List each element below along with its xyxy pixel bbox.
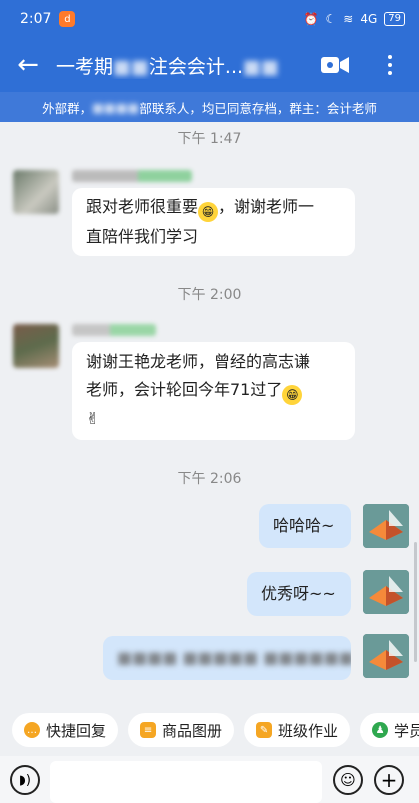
wifi-icon: ≋ [343, 12, 354, 26]
status-bar: 2:07 d ⏰ ☾ ≋ 4G 79 [0, 0, 419, 38]
message-text: 哈哈哈~ [273, 516, 335, 535]
victory-hand-icon: ✌ [86, 409, 100, 428]
notification-icon: d [59, 11, 76, 27]
message-text: 直陪伴我们学习 [86, 227, 199, 246]
notice-prefix: 外部群， [42, 100, 93, 116]
chip-label: 快捷回复 [46, 721, 107, 740]
message-bubble[interactable]: 谢谢王艳龙老师，曾经的高志谦 老师，会计轮回今年71过了 😁 ✌ [72, 342, 355, 440]
smiley-icon: ☺ [340, 771, 356, 789]
chat-title-prefix: 一考期 [56, 55, 114, 78]
signal-icon: 4G [360, 12, 378, 26]
chat-title-redacted-a: ■■ [113, 55, 149, 78]
student-chip[interactable]: ♟ 学员 [360, 713, 419, 747]
timestamp: 下午 1:47 [177, 131, 242, 147]
video-call-button[interactable] [320, 52, 350, 78]
notice-redacted: ■■■■ [92, 99, 140, 115]
voice-wave-icon: ◗) [19, 772, 31, 788]
status-time: 2:07 [20, 11, 52, 27]
message-bubble[interactable]: ■■■■ ■■■■■ ■■■■■■👍 [103, 636, 351, 680]
message-text: 跟对老师很重要 [86, 197, 199, 216]
product-catalog-chip[interactable]: ≡ 商品图册 [128, 713, 235, 747]
input-bar: ◗) ☺ + [0, 756, 419, 803]
message-text: ，谢谢老师一 [218, 197, 315, 216]
alarm-icon: ⏰ [303, 12, 319, 26]
message-text-redacted: ■■■■ ■■■■■ ■■■■■■ [117, 648, 351, 667]
avatar[interactable] [363, 504, 409, 548]
timestamp: 下午 2:06 [177, 471, 242, 487]
grin-emoji-icon: 😁 [282, 385, 303, 405]
avatar[interactable] [363, 570, 409, 614]
sender-name-redacted [72, 324, 156, 336]
message-text: 优秀呀~~ [261, 584, 336, 603]
chat-title-redacted-b: ■■ [243, 55, 279, 78]
message-bubble[interactable]: 优秀呀~~ [247, 572, 351, 616]
more-options-button[interactable] [378, 52, 402, 78]
avatar[interactable] [13, 324, 59, 368]
voice-input-button[interactable]: ◗) [10, 765, 40, 795]
title-bar: ← 一考期■■注会会计...■■ [0, 38, 419, 92]
notice-suffix: 部联系人，均已同意存档，群主：会计老师 [139, 100, 377, 116]
dot-icon [388, 63, 392, 67]
paper-boat-avatar-icon [363, 634, 409, 678]
message-bubble[interactable]: 哈哈哈~ [259, 504, 351, 548]
battery-icon: 79 [384, 12, 405, 26]
video-camera-icon [321, 57, 349, 73]
chip-label: 商品图册 [162, 721, 223, 740]
emoji-button[interactable]: ☺ [333, 765, 363, 795]
grin-emoji-icon: 😁 [198, 202, 219, 222]
chat-title: 一考期■■注会会计...■■ [56, 52, 306, 79]
student-icon: ♟ [372, 722, 389, 738]
quick-reply-chip[interactable]: … 快捷回复 [12, 713, 119, 747]
more-attachments-button[interactable]: + [374, 765, 404, 795]
quick-actions-bar: … 快捷回复 ≡ 商品图册 ✎ 班级作业 ♟ 学员 [0, 704, 419, 756]
avatar[interactable] [13, 170, 59, 214]
dot-icon [388, 71, 392, 75]
message-input[interactable] [50, 761, 322, 803]
chat-area[interactable]: 下午 1:47 跟对老师很重要 😁 ，谢谢老师一 直陪伴我们学习 下午 2:00 谢… [0, 122, 419, 704]
avatar[interactable] [363, 634, 409, 678]
class-homework-chip[interactable]: ✎ 班级作业 [244, 713, 351, 747]
paper-boat-avatar-icon [363, 504, 409, 548]
back-button[interactable]: ← [0, 38, 56, 92]
plus-icon: + [380, 768, 398, 792]
moon-icon: ☾ [325, 12, 337, 26]
catalog-icon: ≡ [140, 722, 157, 738]
paper-boat-avatar-icon [363, 570, 409, 614]
homework-icon: ✎ [256, 722, 273, 738]
message-text: 谢谢王艳龙老师，曾经的高志谦 [86, 352, 311, 371]
message-text: 老师，会计轮回今年71过了 [86, 380, 283, 399]
chat-title-middle: 注会会计... [148, 55, 244, 78]
dot-icon [388, 55, 392, 59]
group-notice[interactable]: 外部群， ■■■■ 部联系人，均已同意存档，群主：会计老师 [0, 92, 419, 122]
status-icons: ⏰ ☾ ≋ 4G 79 [304, 12, 405, 26]
chat-bubble-icon: … [24, 722, 40, 738]
chip-label: 班级作业 [278, 721, 339, 740]
message-bubble[interactable]: 跟对老师很重要 😁 ，谢谢老师一 直陪伴我们学习 [72, 188, 355, 256]
back-arrow-icon: ← [17, 50, 39, 80]
timestamp: 下午 2:00 [177, 287, 242, 303]
scrollbar[interactable] [414, 542, 417, 662]
chip-label: 学员 [394, 721, 419, 740]
sender-name-redacted [72, 170, 192, 182]
